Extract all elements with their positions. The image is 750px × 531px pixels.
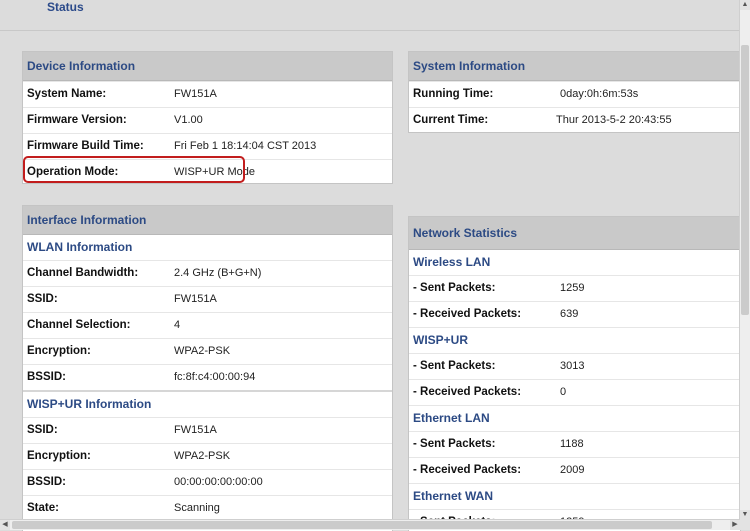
stat-row: - Received Packets: 639	[409, 301, 740, 327]
info-row: Encryption: WPA2-PSK	[23, 338, 392, 364]
wisp-ur-received-value: 0	[560, 386, 567, 398]
info-row: SSID: FW151A	[23, 286, 392, 312]
firmware-build-time-value: Fri Feb 1 18:14:04 CST 2013	[174, 140, 317, 152]
sent-packets-label: - Sent Packets:	[413, 360, 496, 372]
sent-packets-label: - Sent Packets:	[413, 282, 496, 294]
network-statistics-header: Network Statistics	[409, 217, 740, 250]
system-information-panel: System Information Running Time: 0day:0h…	[408, 51, 741, 133]
wlan-bssid-label: BSSID:	[27, 371, 66, 383]
channel-selection-value: 4	[174, 319, 181, 331]
received-packets-label: - Received Packets:	[413, 308, 522, 320]
stat-row: - Received Packets: 0	[409, 379, 740, 405]
wlan-ssid-value: FW151A	[174, 293, 217, 305]
received-packets-label: - Received Packets:	[413, 386, 522, 398]
horizontal-scrollbar[interactable]: ◀ ▶	[0, 519, 740, 530]
page-title: Status	[47, 0, 84, 14]
device-information-header: Device Information	[23, 52, 392, 81]
wlan-bssid-value: fc:8f:c4:00:00:94	[174, 371, 256, 383]
network-statistics-panel: Network Statistics Wireless LAN - Sent P…	[408, 216, 741, 531]
operation-mode-value: WISP+UR Mode	[174, 166, 255, 178]
device-information-panel: Device Information System Name: FW151A F…	[22, 51, 393, 184]
stat-row: - Sent Packets: 1259	[409, 275, 740, 301]
ethernet-lan-sent-value: 1188	[560, 438, 584, 450]
ethernet-wan-title: Ethernet WAN	[409, 483, 740, 509]
divider	[0, 30, 740, 31]
wlan-encryption-label: Encryption:	[27, 345, 91, 357]
wisp-bssid-label: BSSID:	[27, 476, 66, 488]
info-row: System Name: FW151A	[23, 81, 392, 107]
current-time-value: Thur 2013-5-2 20:43:55	[556, 114, 672, 126]
wisp-state-label: State:	[27, 502, 59, 514]
operation-mode-label: Operation Mode:	[27, 166, 119, 178]
info-row: Channel Selection: 4	[23, 312, 392, 338]
firmware-version-value: V1.00	[174, 114, 203, 126]
system-name-value: FW151A	[174, 88, 217, 100]
wisp-ur-stats-title: WISP+UR	[409, 327, 740, 353]
wisp-encryption-label: Encryption:	[27, 450, 91, 462]
scroll-left-arrow-icon[interactable]: ◀	[0, 520, 10, 530]
received-packets-label: - Received Packets:	[413, 464, 522, 476]
system-information-header: System Information	[409, 52, 740, 81]
interface-information-header: Interface Information	[23, 206, 392, 235]
system-name-label: System Name:	[27, 88, 107, 100]
stat-row: - Sent Packets: 3013	[409, 353, 740, 379]
info-row: Operation Mode: WISP+UR Mode	[23, 159, 392, 185]
channel-bandwidth-label: Channel Bandwidth:	[27, 267, 139, 279]
wireless-lan-received-value: 639	[560, 308, 579, 320]
info-row: BSSID: fc:8f:c4:00:00:94	[23, 364, 392, 390]
info-row: Current Time: Thur 2013-5-2 20:43:55	[409, 107, 740, 133]
sent-packets-label: - Sent Packets:	[413, 438, 496, 450]
info-row: Firmware Build Time: Fri Feb 1 18:14:04 …	[23, 133, 392, 159]
scroll-right-arrow-icon[interactable]: ▶	[730, 520, 740, 530]
stat-row: - Sent Packets: 1188	[409, 431, 740, 457]
horizontal-scroll-thumb[interactable]	[12, 521, 712, 529]
scroll-up-arrow-icon[interactable]: ▲	[740, 0, 750, 10]
wlan-information-title: WLAN Information	[27, 240, 133, 254]
firmware-version-label: Firmware Version:	[27, 114, 127, 126]
firmware-build-time-label: Firmware Build Time:	[27, 140, 144, 152]
scroll-down-arrow-icon[interactable]: ▼	[740, 510, 750, 520]
running-time-value: 0day:0h:6m:53s	[560, 88, 639, 100]
wireless-lan-title: Wireless LAN	[413, 255, 491, 269]
ethernet-lan-received-value: 2009	[560, 464, 585, 476]
interface-information-panel: Interface Information WLAN Information C…	[22, 205, 393, 531]
info-row: Encryption: WPA2-PSK	[23, 443, 392, 469]
wisp-ur-information-title: WISP+UR Information	[23, 390, 392, 417]
info-row: Channel Bandwidth: 2.4 GHz (B+G+N)	[23, 260, 392, 286]
wisp-bssid-value: 00:00:00:00:00:00	[174, 476, 263, 488]
vertical-scroll-thumb[interactable]	[741, 45, 749, 315]
current-time-label: Current Time:	[413, 114, 489, 126]
wisp-ur-sent-value: 3013	[560, 360, 585, 372]
info-row: BSSID: 00:00:00:00:00:00	[23, 469, 392, 495]
stat-row: - Received Packets: 2009	[409, 457, 740, 483]
scrollbar-corner	[740, 520, 750, 530]
info-row: Firmware Version: V1.00	[23, 107, 392, 133]
wlan-ssid-label: SSID:	[27, 293, 58, 305]
wisp-ssid-value: FW151A	[174, 424, 217, 436]
wisp-encryption-value: WPA2-PSK	[174, 450, 231, 462]
channel-selection-label: Channel Selection:	[27, 319, 131, 331]
wisp-ssid-label: SSID:	[27, 424, 58, 436]
info-row: Running Time: 0day:0h:6m:53s	[409, 81, 740, 107]
wlan-encryption-value: WPA2-PSK	[174, 345, 231, 357]
running-time-label: Running Time:	[413, 88, 494, 100]
wireless-lan-sent-value: 1259	[560, 282, 585, 294]
info-row: State: Scanning	[23, 495, 392, 521]
info-row: SSID: FW151A	[23, 417, 392, 443]
wisp-state-value: Scanning	[174, 502, 220, 514]
channel-bandwidth-value: 2.4 GHz (B+G+N)	[174, 267, 262, 279]
ethernet-lan-title: Ethernet LAN	[409, 405, 740, 431]
vertical-scrollbar[interactable]: ▲ ▼	[739, 0, 750, 520]
